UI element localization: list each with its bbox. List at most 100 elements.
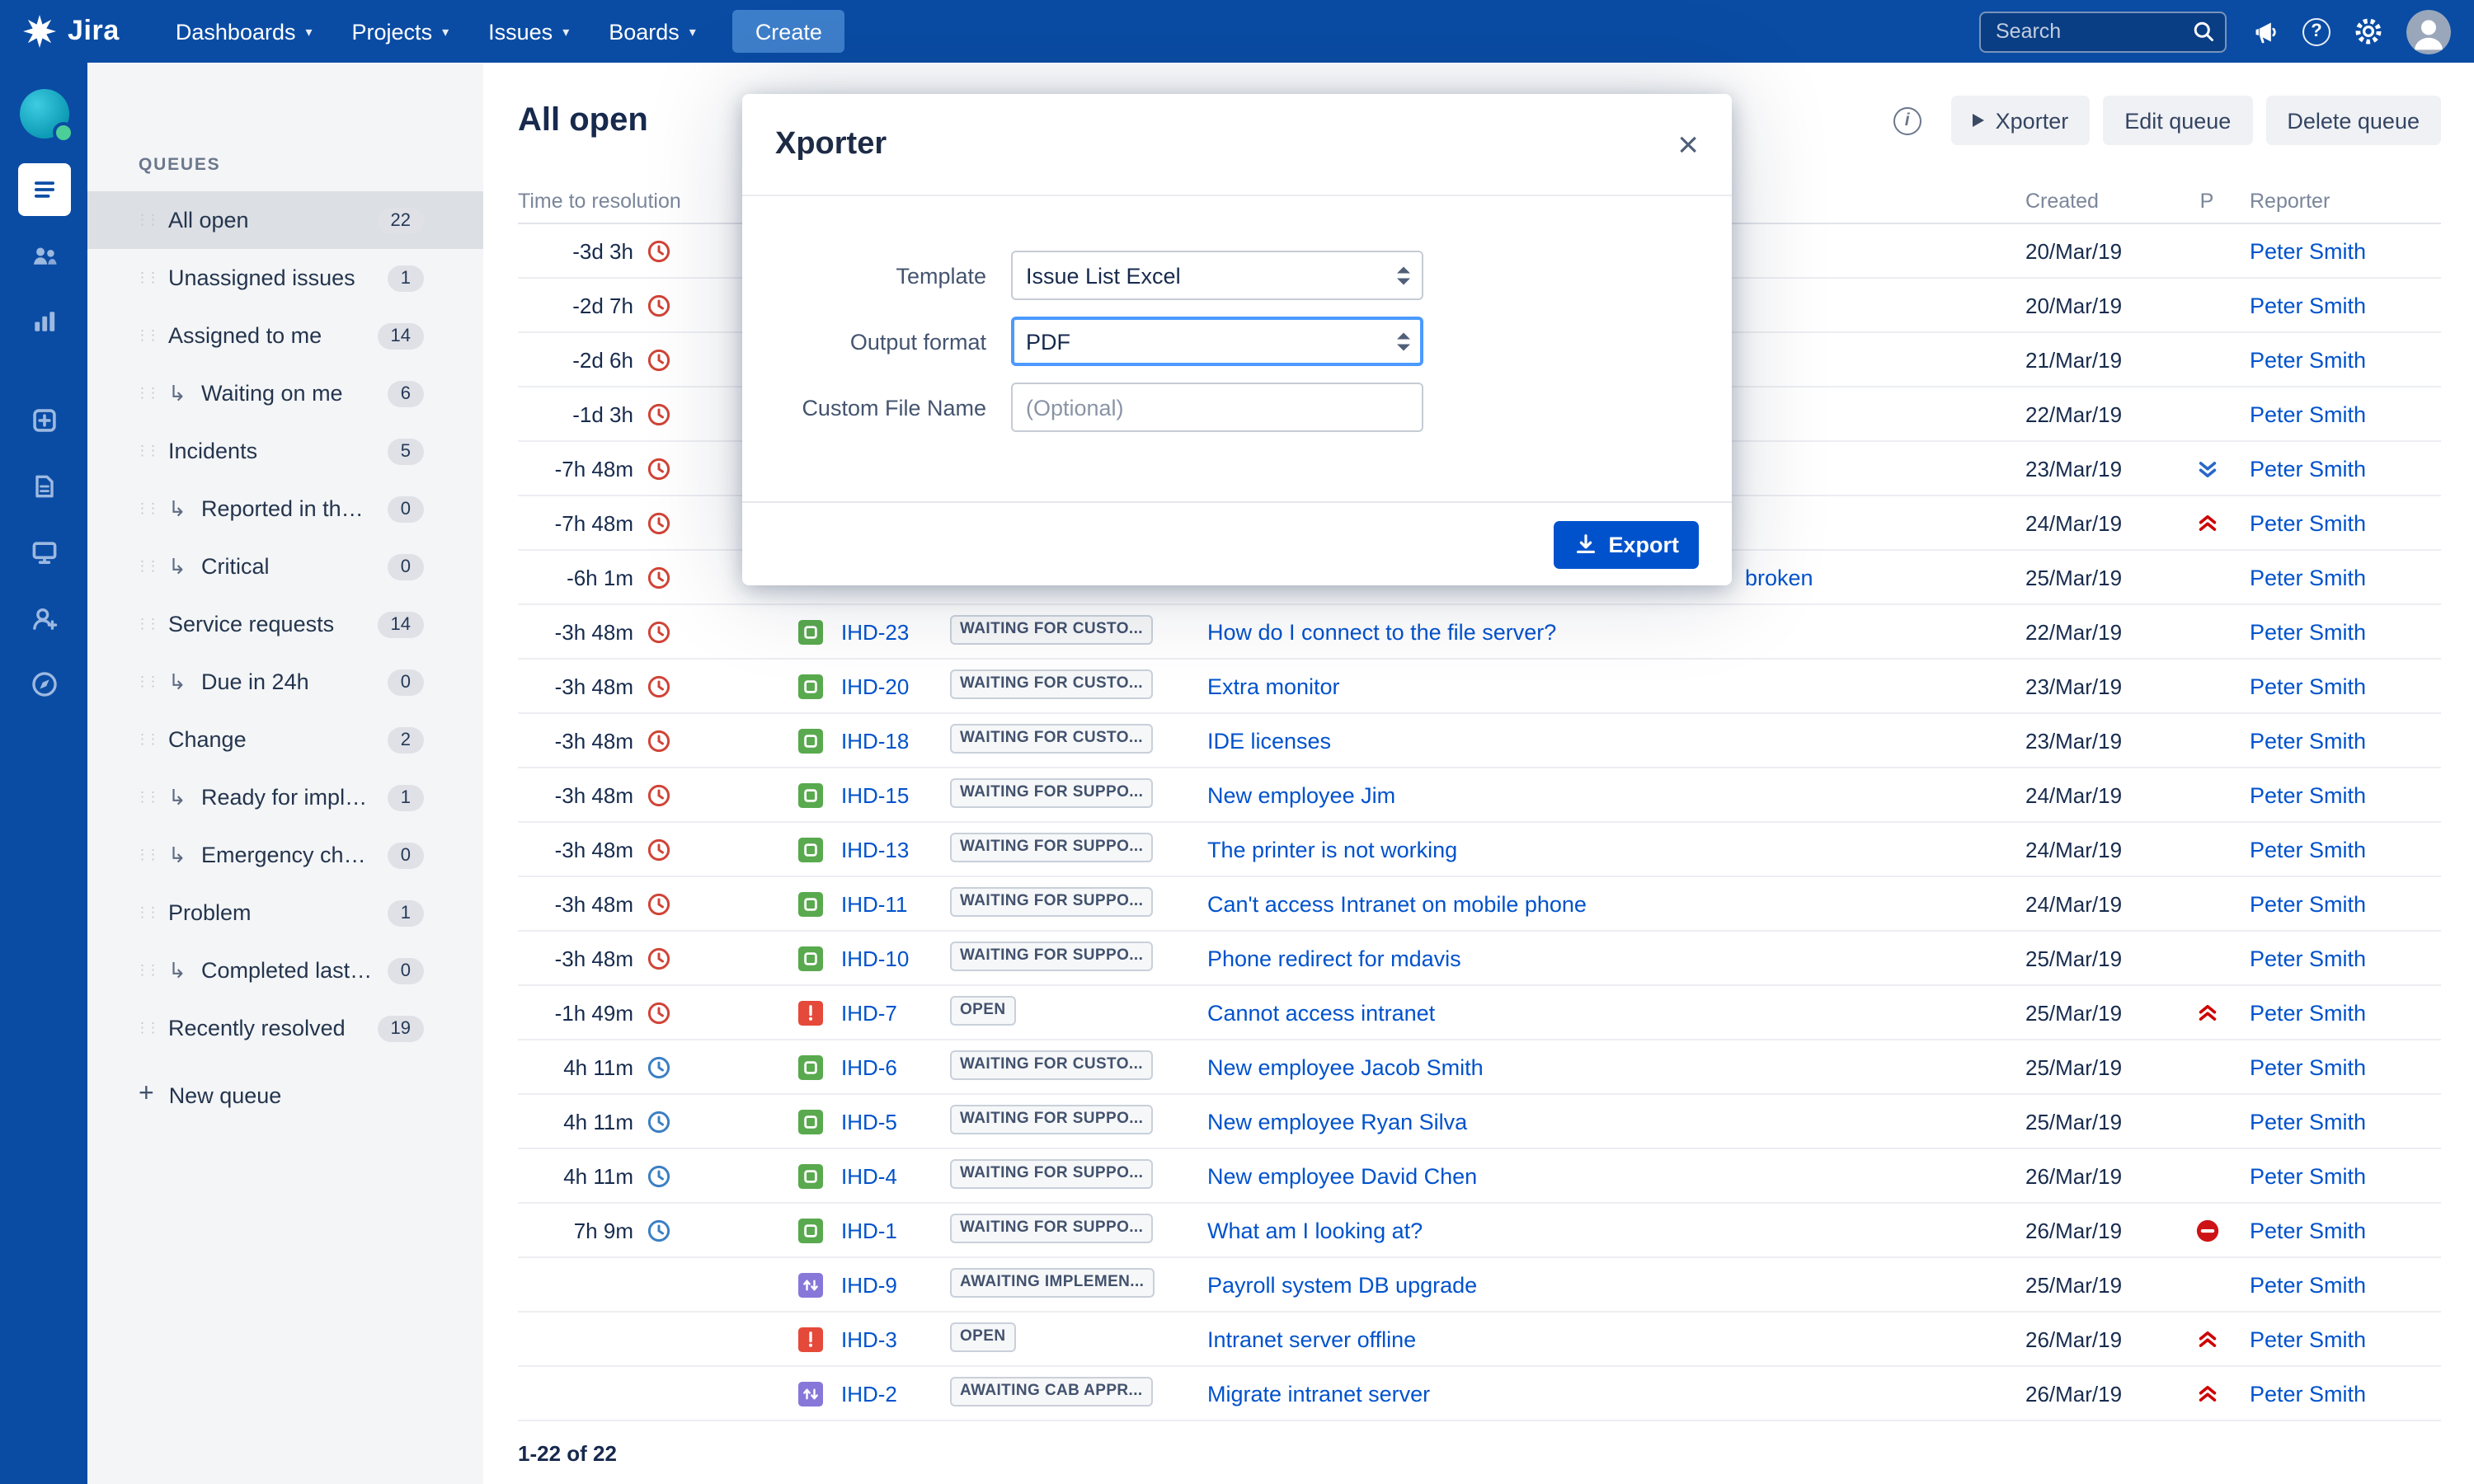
reporter-link[interactable]: Peter Smith <box>2250 891 2366 916</box>
reporter-link[interactable]: Peter Smith <box>2250 619 2366 644</box>
reporter-link[interactable]: Peter Smith <box>2250 728 2366 753</box>
output-format-select[interactable]: PDF <box>1011 317 1423 366</box>
table-row[interactable]: 4h 11m IHD-6WAITING FOR CUSTO...New empl… <box>518 1040 2441 1095</box>
drag-handle-icon[interactable]: ⋮⋮ <box>135 673 158 691</box>
search-icon[interactable] <box>2192 20 2215 43</box>
table-row[interactable]: IHD-2AWAITING CAB APPR...Migrate intrane… <box>518 1367 2441 1421</box>
issue-summary-link[interactable]: New employee Ryan Silva <box>1207 1109 1467 1134</box>
issue-summary-link[interactable]: Can't access Intranet on mobile phone <box>1207 891 1587 916</box>
drag-handle-icon[interactable]: ⋮⋮ <box>135 846 158 864</box>
drag-handle-icon[interactable]: ⋮⋮ <box>135 904 158 922</box>
drag-handle-icon[interactable]: ⋮⋮ <box>135 615 158 633</box>
queue-item[interactable]: ⋮⋮Service requests14 <box>87 595 483 653</box>
table-row[interactable]: -1h 49m IHD-7OPENCannot access intranet2… <box>518 986 2441 1040</box>
issue-key-link[interactable]: IHD-2 <box>841 1381 897 1406</box>
reporter-link[interactable]: Peter Smith <box>2250 1109 2366 1134</box>
reporter-link[interactable]: Peter Smith <box>2250 293 2366 317</box>
reporter-link[interactable]: Peter Smith <box>2250 1327 2366 1351</box>
nav-boards[interactable]: Boards▾ <box>589 0 716 63</box>
info-icon[interactable]: i <box>1893 106 1921 134</box>
reports-icon[interactable] <box>17 295 70 348</box>
reporter-link[interactable]: Peter Smith <box>2250 238 2366 263</box>
issue-key-link[interactable]: IHD-1 <box>841 1218 897 1242</box>
issue-key-link[interactable]: IHD-23 <box>841 619 909 644</box>
table-row[interactable]: 7h 9m IHD-1WAITING FOR SUPPO...What am I… <box>518 1204 2441 1258</box>
jira-logo[interactable]: Jira <box>23 15 120 48</box>
queue-item[interactable]: ⋮⋮Incidents5 <box>87 422 483 480</box>
drag-handle-icon[interactable]: ⋮⋮ <box>135 788 158 806</box>
issue-key-link[interactable]: IHD-4 <box>841 1163 897 1188</box>
reporter-link[interactable]: Peter Smith <box>2250 1272 2366 1297</box>
drag-handle-icon[interactable]: ⋮⋮ <box>135 1019 158 1037</box>
queue-item[interactable]: ⋮⋮↳Emergency cha...0 <box>87 826 483 884</box>
queue-item[interactable]: ⋮⋮Unassigned issues1 <box>87 249 483 307</box>
reporter-link[interactable]: Peter Smith <box>2250 1000 2366 1025</box>
customer-portal-icon[interactable] <box>17 526 70 579</box>
reporter-link[interactable]: Peter Smith <box>2250 347 2366 372</box>
nav-dashboards[interactable]: Dashboards▾ <box>156 0 332 63</box>
drag-handle-icon[interactable]: ⋮⋮ <box>135 442 158 460</box>
drag-handle-icon[interactable]: ⋮⋮ <box>135 384 158 402</box>
drag-handle-icon[interactable]: ⋮⋮ <box>135 326 158 345</box>
drag-handle-icon[interactable]: ⋮⋮ <box>135 730 158 749</box>
table-row[interactable]: -3h 48m IHD-18WAITING FOR CUSTO...IDE li… <box>518 714 2441 768</box>
issue-summary-link[interactable]: New employee David Chen <box>1207 1163 1477 1188</box>
issue-key-link[interactable]: IHD-7 <box>841 1000 897 1025</box>
invite-team-icon[interactable] <box>17 592 70 645</box>
issue-summary-link[interactable]: What am I looking at? <box>1207 1218 1423 1242</box>
reporter-link[interactable]: Peter Smith <box>2250 1218 2366 1242</box>
reporter-link[interactable]: Peter Smith <box>2250 402 2366 426</box>
issue-summary-link[interactable]: Extra monitor <box>1207 674 1340 698</box>
issue-key-link[interactable]: IHD-10 <box>841 946 909 970</box>
issue-summary-link[interactable]: New employee Jacob Smith <box>1207 1054 1484 1079</box>
drag-handle-icon[interactable]: ⋮⋮ <box>135 557 158 575</box>
xporter-button[interactable]: Xporter <box>1951 96 2091 145</box>
issue-key-link[interactable]: IHD-13 <box>841 837 909 862</box>
reporter-link[interactable]: Peter Smith <box>2250 456 2366 481</box>
queue-item[interactable]: ⋮⋮Recently resolved19 <box>87 999 483 1057</box>
issue-summary-link[interactable]: How do I connect to the file server? <box>1207 619 1556 644</box>
issue-key-link[interactable]: IHD-18 <box>841 728 909 753</box>
issue-summary-link[interactable]: Intranet server offline <box>1207 1327 1416 1351</box>
issue-key-link[interactable]: IHD-9 <box>841 1272 897 1297</box>
knowledge-base-icon[interactable] <box>17 460 70 513</box>
project-avatar[interactable] <box>19 89 68 139</box>
queue-item[interactable]: ⋮⋮↳Ready for imple...1 <box>87 768 483 826</box>
reporter-link[interactable]: Peter Smith <box>2250 1163 2366 1188</box>
issue-key-link[interactable]: IHD-6 <box>841 1054 897 1079</box>
table-row[interactable]: 4h 11m IHD-5WAITING FOR SUPPO...New empl… <box>518 1095 2441 1149</box>
reporter-link[interactable]: Peter Smith <box>2250 837 2366 862</box>
table-row[interactable]: -3h 48m IHD-20WAITING FOR CUSTO...Extra … <box>518 660 2441 714</box>
issue-summary-link[interactable]: Cannot access intranet <box>1207 1000 1435 1025</box>
issue-summary-link[interactable]: The printer is not working <box>1207 837 1457 862</box>
table-row[interactable]: -3h 48m IHD-15WAITING FOR SUPPO...New em… <box>518 768 2441 823</box>
queue-item[interactable]: ⋮⋮↳Reported in the ...0 <box>87 480 483 538</box>
reporter-link[interactable]: Peter Smith <box>2250 674 2366 698</box>
queues-icon[interactable] <box>17 163 70 216</box>
table-row[interactable]: 4h 11m IHD-4WAITING FOR SUPPO...New empl… <box>518 1149 2441 1204</box>
issue-key-link[interactable]: IHD-3 <box>841 1327 897 1351</box>
create-button[interactable]: Create <box>732 10 845 53</box>
issue-summary-link[interactable]: Payroll system DB upgrade <box>1207 1272 1477 1297</box>
queue-item[interactable]: ⋮⋮↳Completed last ...0 <box>87 942 483 999</box>
reporter-link[interactable]: Peter Smith <box>2250 1381 2366 1406</box>
nav-projects[interactable]: Projects▾ <box>332 0 469 63</box>
delete-queue-button[interactable]: Delete queue <box>2265 96 2441 145</box>
search-input[interactable] <box>1979 11 2227 52</box>
table-row[interactable]: -3h 48m IHD-11WAITING FOR SUPPO...Can't … <box>518 877 2441 932</box>
drag-handle-icon[interactable]: ⋮⋮ <box>135 500 158 518</box>
discovery-icon[interactable] <box>17 658 70 711</box>
edit-queue-button[interactable]: Edit queue <box>2103 96 2252 145</box>
issue-summary-link[interactable]: New employee Jim <box>1207 782 1395 807</box>
close-icon[interactable]: × <box>1677 126 1699 162</box>
table-row[interactable]: -3h 48m IHD-23WAITING FOR CUSTO...How do… <box>518 605 2441 660</box>
template-select[interactable]: Issue List Excel <box>1011 251 1423 300</box>
table-row[interactable]: -3h 48m IHD-10WAITING FOR SUPPO...Phone … <box>518 932 2441 986</box>
nav-issues[interactable]: Issues▾ <box>468 0 589 63</box>
customers-icon[interactable] <box>17 229 70 282</box>
queue-item[interactable]: ⋮⋮Assigned to me14 <box>87 307 483 364</box>
queue-item[interactable]: ⋮⋮↳Waiting on me6 <box>87 364 483 422</box>
help-icon[interactable]: ? <box>2302 17 2331 45</box>
issue-summary-link[interactable]: IDE licenses <box>1207 728 1331 753</box>
table-row[interactable]: IHD-9AWAITING IMPLEMEN...Payroll system … <box>518 1258 2441 1313</box>
